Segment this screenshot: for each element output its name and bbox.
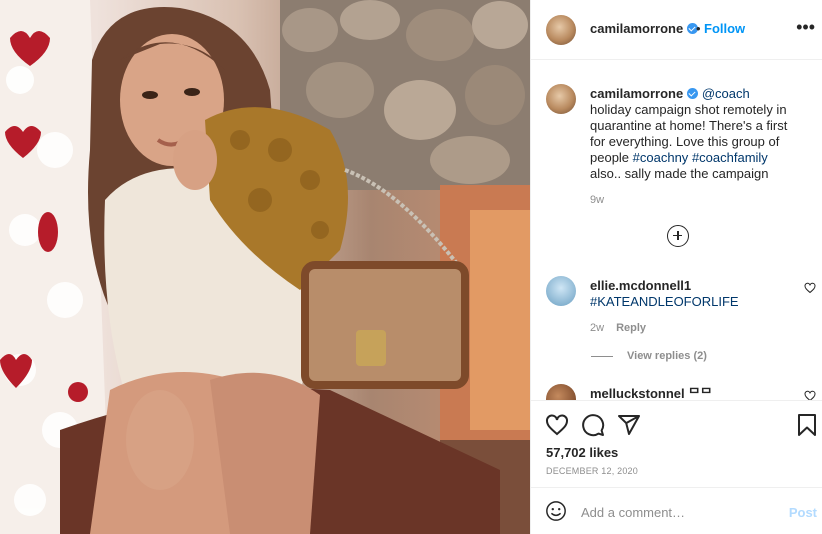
caption-text: camilamorrone @coach holiday campaign sh… <box>590 86 790 208</box>
comments-list[interactable]: camilamorrone @coach holiday campaign sh… <box>531 60 822 400</box>
comment-author[interactable]: ellie.mcdonnell1 <box>590 278 691 293</box>
post-photo[interactable] <box>0 0 530 534</box>
post-comment-button[interactable]: Post <box>789 505 817 520</box>
caption-meta: 9w <box>590 192 790 208</box>
post-details-panel: camilamorrone • Follow ••• camilamorrone… <box>530 0 822 534</box>
author-avatar[interactable] <box>546 15 576 45</box>
caption-text-part-2: also.. sally made the campaign <box>590 166 769 181</box>
follow-button[interactable]: Follow <box>704 21 745 36</box>
comment-meta: 2w Reply <box>590 320 790 336</box>
separator-dot: • <box>696 21 701 36</box>
comment-age: 2w <box>590 322 605 334</box>
comment-author[interactable]: melluckstonnel ᄆᄆ <box>590 386 712 400</box>
caption-age: 9w <box>590 194 605 206</box>
plus-circle-icon[interactable] <box>667 225 689 247</box>
bookmark-icon[interactable] <box>795 413 819 437</box>
view-replies-button[interactable]: View replies (2) <box>591 350 707 362</box>
more-options-icon[interactable]: ••• <box>796 17 815 38</box>
commenter-avatar[interactable] <box>546 276 576 306</box>
emoji-icon[interactable] <box>545 500 567 522</box>
caption-author-avatar[interactable] <box>546 84 576 114</box>
author-username[interactable]: camilamorrone <box>590 21 683 36</box>
hashtag-coachfamily[interactable]: #coachfamily <box>692 150 768 165</box>
mention-coach[interactable]: @coach <box>702 86 750 101</box>
author-line: camilamorrone <box>590 21 699 36</box>
comment-input[interactable] <box>581 501 771 523</box>
comment-icon[interactable] <box>581 413 605 437</box>
commenter-avatar[interactable] <box>546 384 576 400</box>
add-comment-bar: Post <box>531 487 822 534</box>
caption-verified-icon <box>687 88 699 99</box>
post-header: camilamorrone • Follow ••• <box>531 0 822 60</box>
post-actions: 57,702 likes DECEMBER 12, 2020 <box>531 400 822 487</box>
photo-illustration <box>0 0 530 534</box>
comment-like-heart-icon[interactable] <box>804 282 816 294</box>
comment-like-heart-icon[interactable] <box>804 390 816 400</box>
likes-count[interactable]: 57,702 likes <box>546 445 618 460</box>
comment-text: ellie.mcdonnell1 #KATEANDLEOFORLIFE 2w Re… <box>590 278 790 336</box>
post-date: DECEMBER 12, 2020 <box>546 466 638 476</box>
share-icon[interactable] <box>617 413 641 437</box>
hashtag-coachny[interactable]: #coachny <box>633 150 689 165</box>
hashtag-kateandleoforlife[interactable]: #KATEANDLEOFORLIFE <box>590 294 739 309</box>
heart-icon[interactable] <box>545 413 569 437</box>
reply-button[interactable]: Reply <box>616 322 646 334</box>
comment-text: melluckstonnel ᄆᄆ <box>590 386 790 400</box>
caption-author[interactable]: camilamorrone <box>590 86 683 101</box>
